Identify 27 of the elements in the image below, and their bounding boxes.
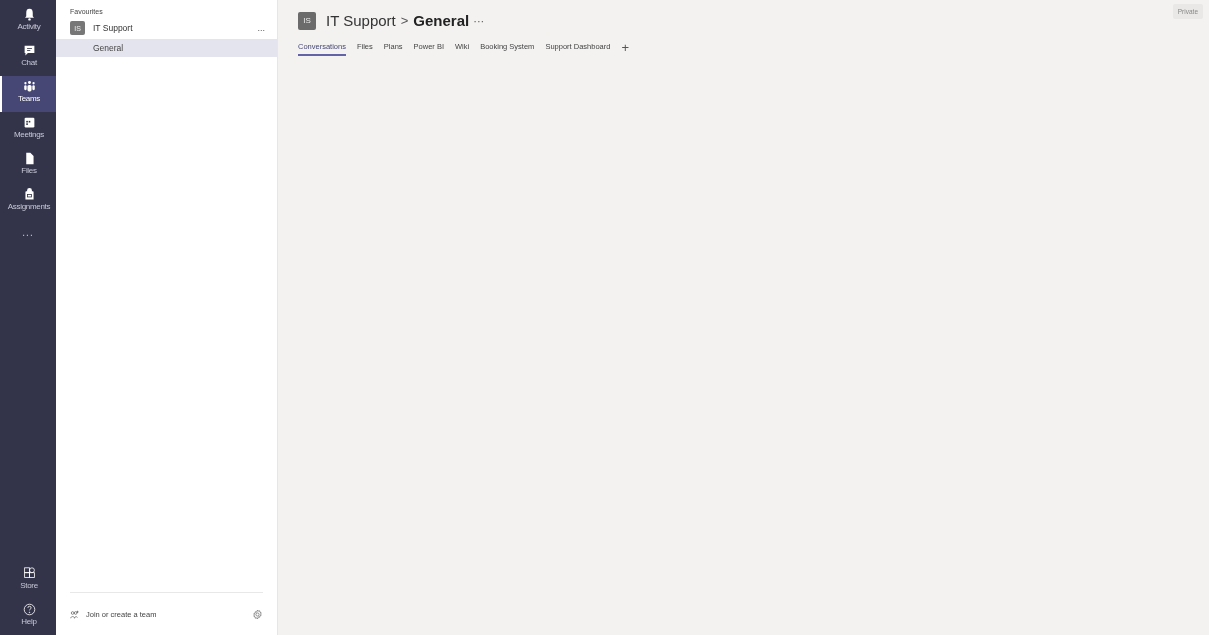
channel-item[interactable]: General [56,39,277,57]
breadcrumb-separator: > [400,13,409,28]
calendar-icon [22,116,36,129]
help-icon [22,603,36,616]
team-name[interactable]: IT Support [93,23,258,33]
app-bar-item[interactable]: Teams [0,76,56,112]
bag-icon [22,188,36,201]
add-people-icon [70,609,79,619]
app-bar-item[interactable]: Meetings [0,112,56,148]
store-icon [22,567,36,580]
team-title: IT Support [326,12,396,29]
more-options-button[interactable]: ··· [473,14,485,27]
app-bar-item[interactable]: Help [0,599,56,635]
bell-icon [22,8,36,21]
app-bar-item[interactable]: Activity [0,4,56,40]
app-bar-item[interactable]: Store [0,563,56,599]
team-avatar: IS [298,11,316,30]
channel-title: General [413,12,470,29]
app-bar-item[interactable]: Files [0,148,56,184]
people-icon [22,80,36,93]
settings-icon[interactable] [252,608,263,620]
more-options-button[interactable]: ... [257,23,265,33]
app-bar-item[interactable]: Assignments [0,184,56,220]
more-apps-button[interactable]: ... [0,220,56,244]
app-bar-item[interactable]: Chat [0,40,56,76]
chat-icon [22,44,36,57]
add-tab-button[interactable]: + [621,41,629,54]
